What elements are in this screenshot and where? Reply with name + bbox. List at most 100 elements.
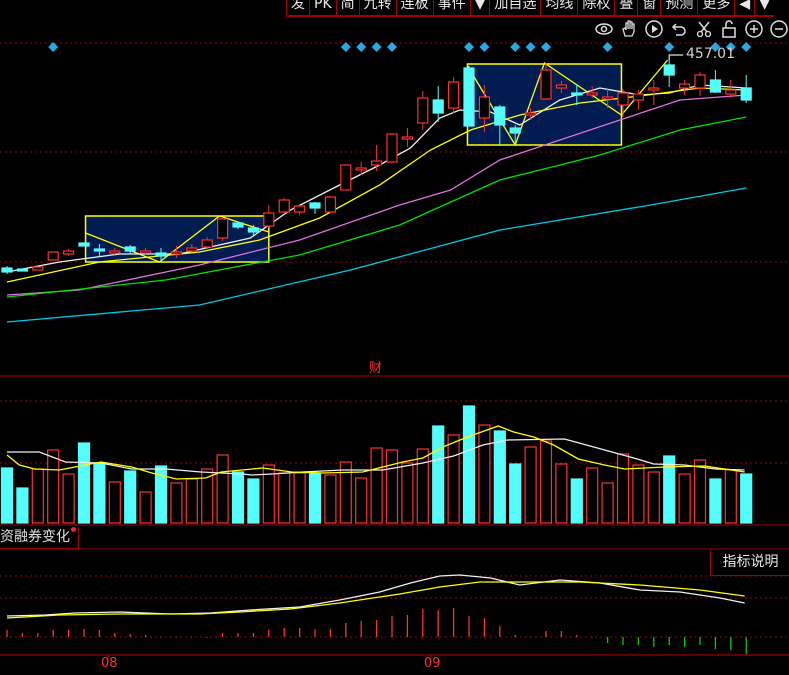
volume-bar xyxy=(370,447,383,524)
volume-bar xyxy=(401,462,414,524)
candle xyxy=(140,250,152,254)
candle xyxy=(524,112,537,116)
indicator-dot xyxy=(71,527,76,532)
volume-bar xyxy=(663,455,676,524)
high-price-arrow xyxy=(668,54,684,60)
candle xyxy=(417,97,429,124)
volume-bar xyxy=(247,478,260,524)
zoom-out-icon[interactable] xyxy=(769,19,788,38)
toolbar-item-6[interactable]: ▼ xyxy=(469,0,490,15)
candle xyxy=(663,64,675,76)
undo-icon[interactable] xyxy=(669,19,688,38)
candle xyxy=(1,267,13,273)
volume-bar xyxy=(432,425,445,524)
volume-bar xyxy=(339,461,352,524)
indicator-title[interactable]: 资融券变化 xyxy=(0,527,79,549)
candle xyxy=(432,99,444,114)
candle xyxy=(109,250,121,254)
volume-bar xyxy=(647,471,660,524)
ma-line-ma20 xyxy=(6,94,747,296)
x-axis-label-08: 08 xyxy=(101,656,118,671)
toolbar-item-14[interactable]: ◀ xyxy=(734,0,754,15)
volume-bar xyxy=(31,468,44,524)
candle xyxy=(694,74,706,89)
candle xyxy=(16,268,28,272)
candle xyxy=(355,167,367,171)
volume-bar xyxy=(185,478,198,524)
volume-bar xyxy=(616,453,630,524)
signal-marker xyxy=(741,42,752,52)
hand-icon[interactable] xyxy=(619,19,638,38)
volume-bar xyxy=(216,454,229,524)
candle xyxy=(586,92,598,96)
volume-bar xyxy=(447,434,460,524)
stock-chart[interactable] xyxy=(0,0,789,675)
volume-bar xyxy=(462,405,476,524)
play-icon[interactable] xyxy=(644,19,663,38)
candle xyxy=(740,87,752,101)
toolbar-item-1[interactable]: PK xyxy=(309,0,336,15)
volume-bar xyxy=(509,463,522,524)
toolbar-item-13[interactable]: 更多 xyxy=(697,0,734,15)
eye-icon[interactable] xyxy=(594,19,613,38)
toolbar-item-3[interactable]: 九转 xyxy=(358,0,396,15)
toolbar-item-10[interactable]: 叠 xyxy=(614,0,637,15)
candle xyxy=(709,79,722,93)
candle xyxy=(463,67,475,127)
candle xyxy=(217,218,229,239)
volume-bar xyxy=(740,473,753,524)
volume-bar xyxy=(539,440,553,524)
toolbar-item-12[interactable]: 预测 xyxy=(660,0,697,15)
volume-bar xyxy=(524,446,537,524)
candle xyxy=(386,133,398,163)
signal-marker xyxy=(356,42,367,52)
indicator-title-text: 资融券变化 xyxy=(0,529,70,545)
volume-bar xyxy=(478,424,491,524)
volume-bar xyxy=(416,448,429,524)
volume-bar xyxy=(108,481,121,524)
indicator-help-button[interactable]: 指标说明 xyxy=(710,550,789,576)
volume-bar xyxy=(0,467,14,524)
toolbar-item-8[interactable]: 均线 xyxy=(540,0,577,15)
toolbar-item-5[interactable]: 事件 xyxy=(432,0,470,15)
volume-bar xyxy=(493,430,506,524)
finance-tag[interactable]: 财 xyxy=(369,357,382,376)
candle xyxy=(124,246,136,252)
candle xyxy=(201,239,213,248)
candle xyxy=(294,205,306,213)
lock-icon[interactable] xyxy=(719,19,738,38)
zoom-in-icon[interactable] xyxy=(744,19,763,38)
volume-bar xyxy=(570,478,583,524)
candle xyxy=(324,196,336,213)
volume-bar xyxy=(678,473,691,524)
candle xyxy=(47,251,59,261)
candle xyxy=(247,227,259,233)
volume-bar xyxy=(47,449,60,524)
toolbar-item-15[interactable]: ▼ xyxy=(754,0,774,15)
toolbar-item-11[interactable]: 窗 xyxy=(637,0,660,15)
candle xyxy=(186,247,198,252)
candle xyxy=(232,222,244,228)
volume-bar xyxy=(586,467,599,524)
high-price-label: 457.01 xyxy=(686,46,735,62)
candle xyxy=(571,92,583,96)
scissors-icon[interactable] xyxy=(694,19,713,38)
volume-bar xyxy=(724,469,737,524)
candle xyxy=(478,96,490,119)
toolbar-item-0[interactable]: 发 xyxy=(286,0,309,15)
candle xyxy=(32,266,44,271)
candle xyxy=(725,89,737,95)
candle xyxy=(155,252,167,257)
candle xyxy=(170,251,182,255)
toolbar-item-9[interactable]: 除权 xyxy=(577,0,614,15)
candle xyxy=(494,106,506,126)
toolbar-item-4[interactable]: 连板 xyxy=(395,0,433,15)
margin-line-line1 xyxy=(6,574,745,617)
toolbar-item-2[interactable]: 简 xyxy=(335,0,359,15)
volume-bar xyxy=(693,459,707,524)
candle xyxy=(278,199,290,213)
signal-marker xyxy=(340,42,351,52)
toolbar-item-7[interactable]: 加自选 xyxy=(489,0,540,15)
candle xyxy=(555,84,568,89)
volume-bar xyxy=(632,464,645,524)
